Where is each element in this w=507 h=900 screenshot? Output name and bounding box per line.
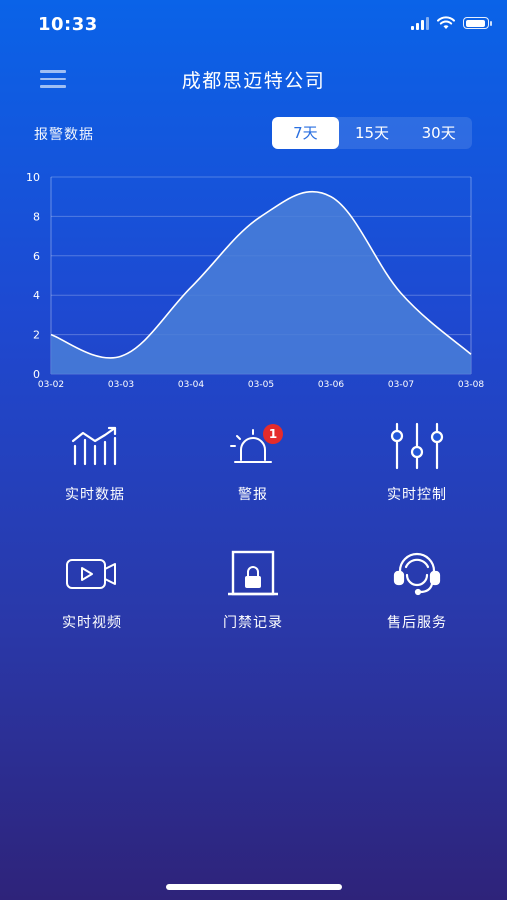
chart-x-tick-label: 03-03: [108, 380, 134, 390]
menu-after-sales-label: 售后服务: [387, 615, 447, 631]
menu-realtime-video-label: 实时视频: [62, 615, 122, 631]
chart-x-tick-label: 03-08: [458, 380, 484, 390]
menu-alarm[interactable]: 1 警报: [183, 420, 323, 504]
sliders-icon: [390, 422, 444, 470]
headset-support-icon: [393, 552, 441, 596]
menu-realtime-data-label: 实时数据: [65, 487, 125, 503]
menu-access-records-label: 门禁记录: [223, 615, 283, 631]
tab-15-days[interactable]: 15天: [339, 117, 406, 149]
chart-y-tick-label: 8: [33, 210, 40, 223]
status-icons: [411, 16, 492, 30]
chart-y-tick-label: 4: [33, 289, 40, 302]
cellular-signal-icon: [411, 16, 429, 30]
chart-y-tick-label: 6: [33, 250, 40, 263]
door-lock-icon: [228, 550, 278, 596]
menu-realtime-video[interactable]: 实时视频: [22, 548, 162, 632]
chart-x-tick-label: 03-02: [38, 380, 64, 390]
header: 成都思迈特公司: [0, 60, 507, 100]
battery-icon: [463, 17, 492, 29]
chart-x-tick-label: 03-04: [178, 380, 204, 390]
chart-x-tick-label: 03-05: [248, 380, 274, 390]
chart-x-tick-label: 03-06: [318, 380, 344, 390]
chart-x-tick-label: 03-07: [388, 380, 414, 390]
page-title: 成都思迈特公司: [181, 70, 326, 92]
alarm-data-label: 报警数据: [34, 127, 94, 143]
alarm-area-chart: 0246810 03-02 03-03 03-04 03-05 03-06 03-07 03…: [26, 171, 484, 390]
menu-after-sales[interactable]: 售后服务: [347, 548, 487, 632]
menu-realtime-control[interactable]: 实时控制: [347, 420, 487, 504]
menu-access-records[interactable]: 门禁记录: [183, 548, 323, 632]
range-tabs: 7天 15天 30天: [272, 117, 472, 149]
menu-realtime-data[interactable]: 实时数据: [25, 420, 165, 504]
tab-30-days[interactable]: 30天: [405, 117, 472, 149]
status-time: 10:33: [38, 14, 98, 35]
menu-realtime-control-label: 实时控制: [387, 487, 447, 503]
video-camera-icon: [66, 559, 116, 589]
chart-y-tick-label: 10: [26, 171, 40, 184]
status-bar: 10:33: [0, 0, 507, 50]
chart-trend-icon: [71, 426, 117, 466]
chart-area-fill: [51, 191, 471, 374]
home-indicator: [166, 884, 342, 890]
tab-7-days[interactable]: 7天: [272, 117, 339, 149]
alarm-badge: 1: [263, 424, 283, 444]
wifi-icon: [437, 16, 455, 29]
menu-alarm-label: 警报: [238, 487, 268, 503]
chart-y-tick-label: 2: [33, 329, 40, 342]
